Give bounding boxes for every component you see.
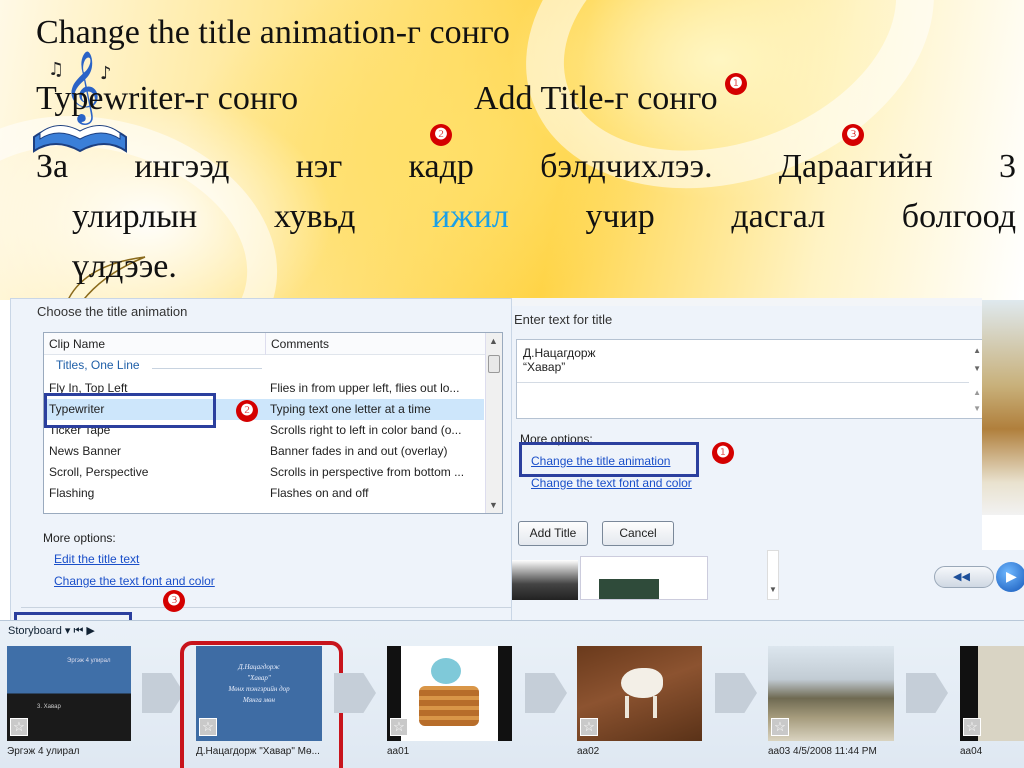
thumb-image — [419, 686, 479, 726]
scroll-up-icon[interactable]: ▲ — [489, 336, 498, 346]
paragraph-line-3: үлдээе. — [72, 248, 177, 285]
clip-comment: Flashes on and off — [270, 486, 369, 500]
list-item[interactable]: Scroll, Perspective Scrolls in perspecti… — [44, 462, 484, 483]
storyboard-clip[interactable]: ☆ aa04 — [960, 646, 1024, 757]
scroll-thumb[interactable] — [488, 355, 500, 373]
scroll-up-icon[interactable]: ▲ — [973, 388, 981, 397]
preview-strip — [512, 298, 982, 306]
change-font-color-link[interactable]: Change the text font and color — [531, 476, 692, 490]
thumb-text: Эргэж 4 улирал — [67, 658, 111, 664]
scroll-up-icon[interactable]: ▲ — [973, 346, 981, 355]
annotation-box-change-animation — [519, 442, 699, 477]
divider — [517, 382, 969, 383]
paragraph-text: учир дасгал болгоод — [508, 198, 1017, 235]
clip-name: News Banner — [49, 444, 122, 458]
group-label: Titles, One Line — [56, 358, 140, 372]
scroll-down-icon[interactable]: ▼ — [973, 364, 981, 373]
storyboard-clip[interactable]: Эргэж 4 улирал 3. Хавар ☆ Эргэж 4 улирал — [7, 646, 131, 757]
paragraph-text: улирлын хувьд — [72, 198, 433, 235]
star-icon[interactable]: ☆ — [580, 718, 598, 736]
panel-heading: Enter text for title — [514, 312, 613, 327]
cancel-button[interactable]: Cancel — [602, 521, 674, 546]
column-header-clip-name[interactable]: Clip Name — [44, 333, 265, 355]
paragraph-line-1: За ингээд нэг кадр бэлдчихлээ. Дараагийн… — [36, 148, 1016, 185]
slide-line-2-left: Typewriter-г сонго — [36, 80, 299, 117]
scrollbar[interactable]: ▼ — [767, 550, 779, 600]
clip-caption: Эргэж 4 улирал — [7, 746, 80, 757]
transition-arrow-icon[interactable] — [525, 673, 567, 713]
storyboard: Storyboard ▾ ⏮ ▶ Эргэж 4 улирал 3. Хавар… — [0, 620, 1024, 768]
marker-1: ❶ — [725, 73, 747, 95]
highlighted-word: ижил — [432, 198, 509, 235]
title-text-line-2: “Хавар” — [523, 360, 566, 374]
list-item[interactable]: Flashing Flashes on and off — [44, 483, 484, 504]
panel-heading: Choose the title animation — [37, 304, 188, 319]
scroll-down-icon[interactable]: ▼ — [973, 404, 981, 413]
clip-name: Flashing — [49, 486, 95, 500]
storyboard-menu[interactable]: Storyboard ▾ ⏮ ▶ — [8, 624, 95, 638]
more-options-label: More options: — [43, 531, 116, 545]
preview-photo — [982, 300, 1024, 515]
slide-line-1: Change the title animation-г сонго — [36, 14, 510, 51]
group-divider — [152, 368, 262, 369]
divider — [21, 607, 511, 608]
star-icon[interactable]: ☆ — [390, 718, 408, 736]
player-area: ▼ ◀◀ ▶ — [512, 550, 1024, 630]
clip-caption: aa02 — [577, 746, 600, 757]
list-scrollbar[interactable]: ▲ ▼ — [485, 333, 502, 513]
thumb-image — [653, 696, 657, 718]
title-text-line-1: Д.Нацагдорж — [523, 346, 596, 360]
thumb-text: 3. Хавар — [37, 704, 61, 710]
annotation-box-typewriter — [44, 393, 216, 428]
play-icon: ▶ — [1006, 568, 1017, 584]
column-header-comments[interactable]: Comments — [266, 333, 486, 355]
slide-line-2-right: Add Title-г сонго — [474, 80, 718, 117]
rewind-icon: ◀◀ — [953, 571, 970, 583]
clip-comment: Scrolls in perspective from bottom ... — [270, 465, 465, 479]
clip-comment: Banner fades in and out (overlay) — [270, 444, 448, 458]
preview-thumbnail — [512, 560, 578, 600]
star-icon[interactable]: ☆ — [10, 718, 28, 736]
add-title-button[interactable]: Add Title — [518, 521, 588, 546]
list-item[interactable]: News Banner Banner fades in and out (ove… — [44, 441, 484, 462]
thumb-image — [431, 658, 461, 684]
change-font-color-link[interactable]: Change the text font and color — [54, 574, 215, 588]
clip-comment: Scrolls right to left in color band (o..… — [270, 423, 462, 437]
annotation-red-box — [180, 641, 343, 768]
edit-title-text-link[interactable]: Edit the title text — [54, 552, 139, 566]
svg-text:♫: ♫ — [48, 59, 64, 80]
seek-back-button[interactable]: ◀◀ — [934, 566, 994, 588]
storyboard-clip[interactable]: ☆ aa01 — [387, 646, 512, 757]
clip-caption: aa03 4/5/2008 11:44 PM — [768, 746, 877, 757]
scroll-down-icon[interactable]: ▼ — [769, 585, 777, 594]
scroll-down-icon[interactable]: ▼ — [489, 500, 498, 510]
marker-2-callout: ❷ — [236, 400, 258, 422]
choose-animation-panel: Choose the title animation Clip Name Com… — [10, 298, 512, 623]
transition-arrow-icon[interactable] — [906, 673, 948, 713]
clip-comment: Typing text one letter at a time — [270, 402, 431, 416]
transition-arrow-icon[interactable] — [715, 673, 757, 713]
star-icon[interactable]: ☆ — [771, 718, 789, 736]
star-icon[interactable]: ☆ — [963, 718, 981, 736]
marker-1-callout: ❶ — [712, 442, 734, 464]
clip-comment: Flies in from upper left, flies out lo..… — [270, 381, 460, 395]
thumb-image — [621, 668, 663, 698]
title-text-input[interactable]: Д.Нацагдорж “Хавар” ▲ ▼ ▲ ▼ — [516, 339, 986, 419]
transition-arrow-icon[interactable] — [142, 673, 184, 713]
play-button[interactable]: ▶ — [996, 562, 1024, 592]
clip-caption: aa04 — [960, 746, 983, 757]
storyboard-clip[interactable]: ☆ aa02 — [577, 646, 702, 757]
paragraph-line-2: улирлын хувьд ижил учир дасгал болгоод — [36, 192, 1016, 242]
marker-3-callout: ❸ — [163, 590, 185, 612]
thumb-image — [625, 696, 629, 718]
clip-name: Scroll, Perspective — [49, 465, 149, 479]
transition-arrow-icon[interactable] — [334, 673, 376, 713]
slide-paragraph: За ингээд нэг кадр бэлдчихлээ. Дараагийн… — [36, 142, 1016, 292]
storyboard-clip[interactable]: ☆ aa03 4/5/2008 11:44 PM — [768, 646, 894, 757]
clip-caption: aa01 — [387, 746, 410, 757]
preview-thumbnail — [580, 556, 708, 600]
